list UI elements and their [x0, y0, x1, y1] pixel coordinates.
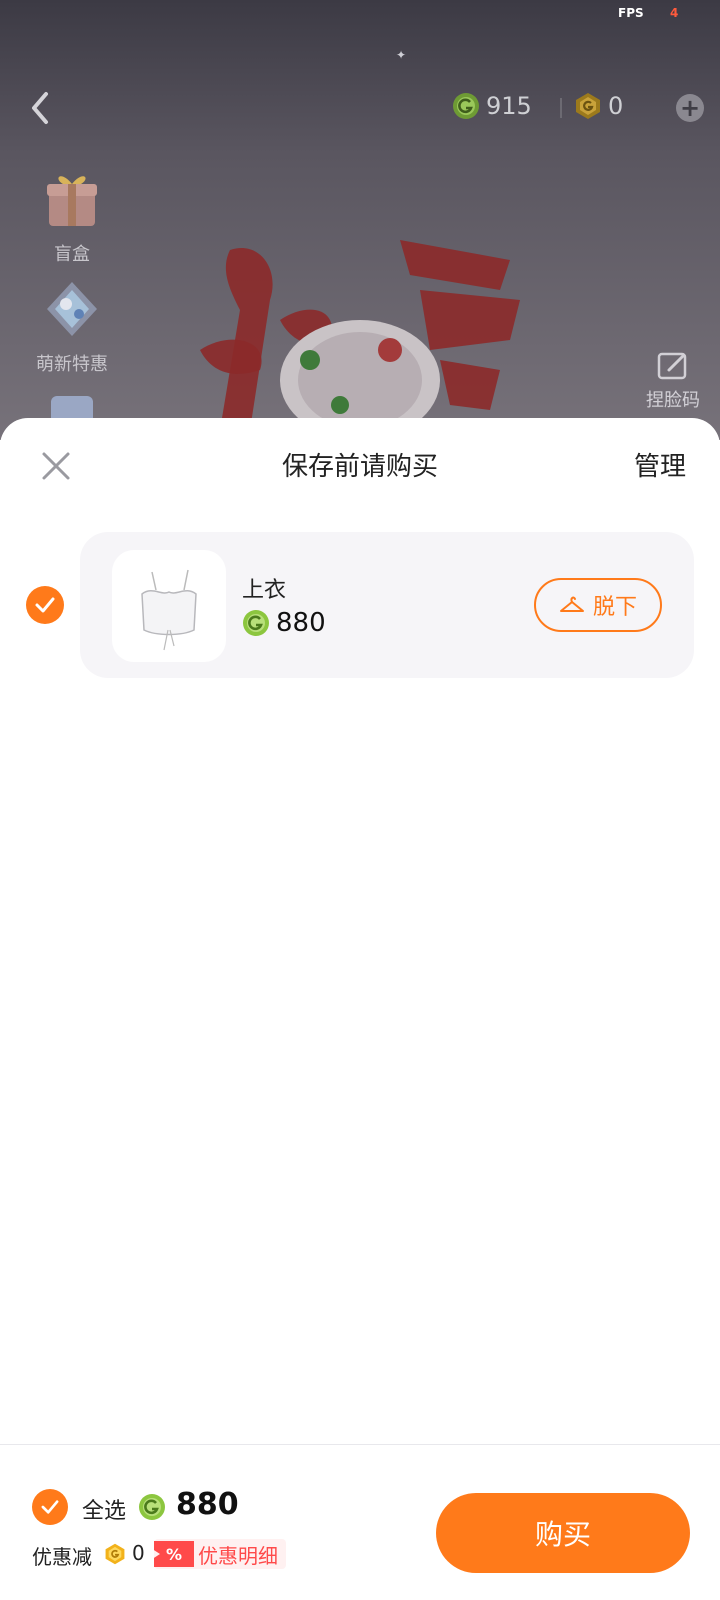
item-name: 上衣: [242, 578, 287, 603]
select-all-checkbox[interactable]: [32, 1489, 68, 1525]
discount-tag-icon: %: [154, 1541, 194, 1567]
fps-value: 4: [670, 6, 679, 20]
green-coin-balance: 915: [452, 92, 532, 120]
fps-label: FPS: [618, 6, 644, 20]
discount-value: 0: [132, 1541, 145, 1565]
discount-label: 优惠减: [32, 1545, 92, 1569]
green-coin-icon: [138, 1493, 166, 1521]
green-coin-value: 915: [486, 92, 532, 120]
take-off-label: 脱下: [592, 595, 637, 620]
sidebar-item-label: 盲盒: [54, 244, 90, 265]
edit-icon: [657, 352, 687, 380]
hanger-icon: [559, 596, 584, 612]
sidebar-item-blindbox[interactable]: 盲盒: [30, 166, 114, 266]
sidebar-item-newbie-offer[interactable]: 萌新特惠: [30, 276, 114, 376]
discount-detail-button[interactable]: % 优惠明细: [154, 1539, 286, 1569]
item-price: 880: [242, 608, 326, 638]
gift-box-icon: [47, 176, 97, 226]
item-thumbnail: [112, 550, 226, 662]
camisole-top-image: [141, 569, 197, 651]
item-price-value: 880: [276, 608, 326, 638]
face-code-label: 捏脸码: [646, 390, 700, 411]
sidebar-item-label: 萌新特惠: [36, 354, 108, 375]
promo-calligraphy-banner: [200, 240, 520, 440]
checkmark-icon: [35, 597, 55, 613]
star-sparkle: ✦: [396, 48, 407, 62]
gold-coin-icon: [104, 1543, 126, 1565]
back-arrow-icon[interactable]: [22, 88, 62, 128]
green-coin-icon: [452, 92, 480, 120]
manage-button[interactable]: 管理: [634, 446, 686, 483]
background-scene: FPS 4 ✦ 915 0 + 盲盒 萌新特惠 捏脸码: [0, 0, 720, 440]
sheet-header: 保存前请购买 管理: [0, 418, 720, 518]
checkmark-icon: [41, 1500, 59, 1514]
gold-coin-balance: 0: [574, 92, 623, 120]
currency-divider: [560, 98, 562, 118]
discount-detail-label: 优惠明细: [198, 1543, 278, 1568]
total-price: 880: [176, 1487, 239, 1522]
item-select-checkbox[interactable]: [26, 586, 64, 624]
face-code-button[interactable]: 捏脸码: [638, 350, 708, 412]
purchase-footer: 全选 880 优惠减 0 % 优惠明细 购买: [0, 1444, 720, 1600]
sheet-title: 保存前请购买: [281, 452, 438, 482]
buy-button[interactable]: 购买: [436, 1493, 690, 1573]
add-currency-button[interactable]: +: [676, 94, 704, 122]
newbie-offer-icon: [47, 282, 97, 336]
take-off-button[interactable]: 脱下: [534, 578, 662, 632]
select-all-label[interactable]: 全选: [82, 1493, 126, 1525]
green-coin-icon: [242, 609, 270, 637]
gold-coin-icon: [574, 92, 602, 120]
gold-coin-value: 0: [608, 92, 624, 120]
cart-item-card: 上衣 880 脱下: [80, 532, 694, 678]
